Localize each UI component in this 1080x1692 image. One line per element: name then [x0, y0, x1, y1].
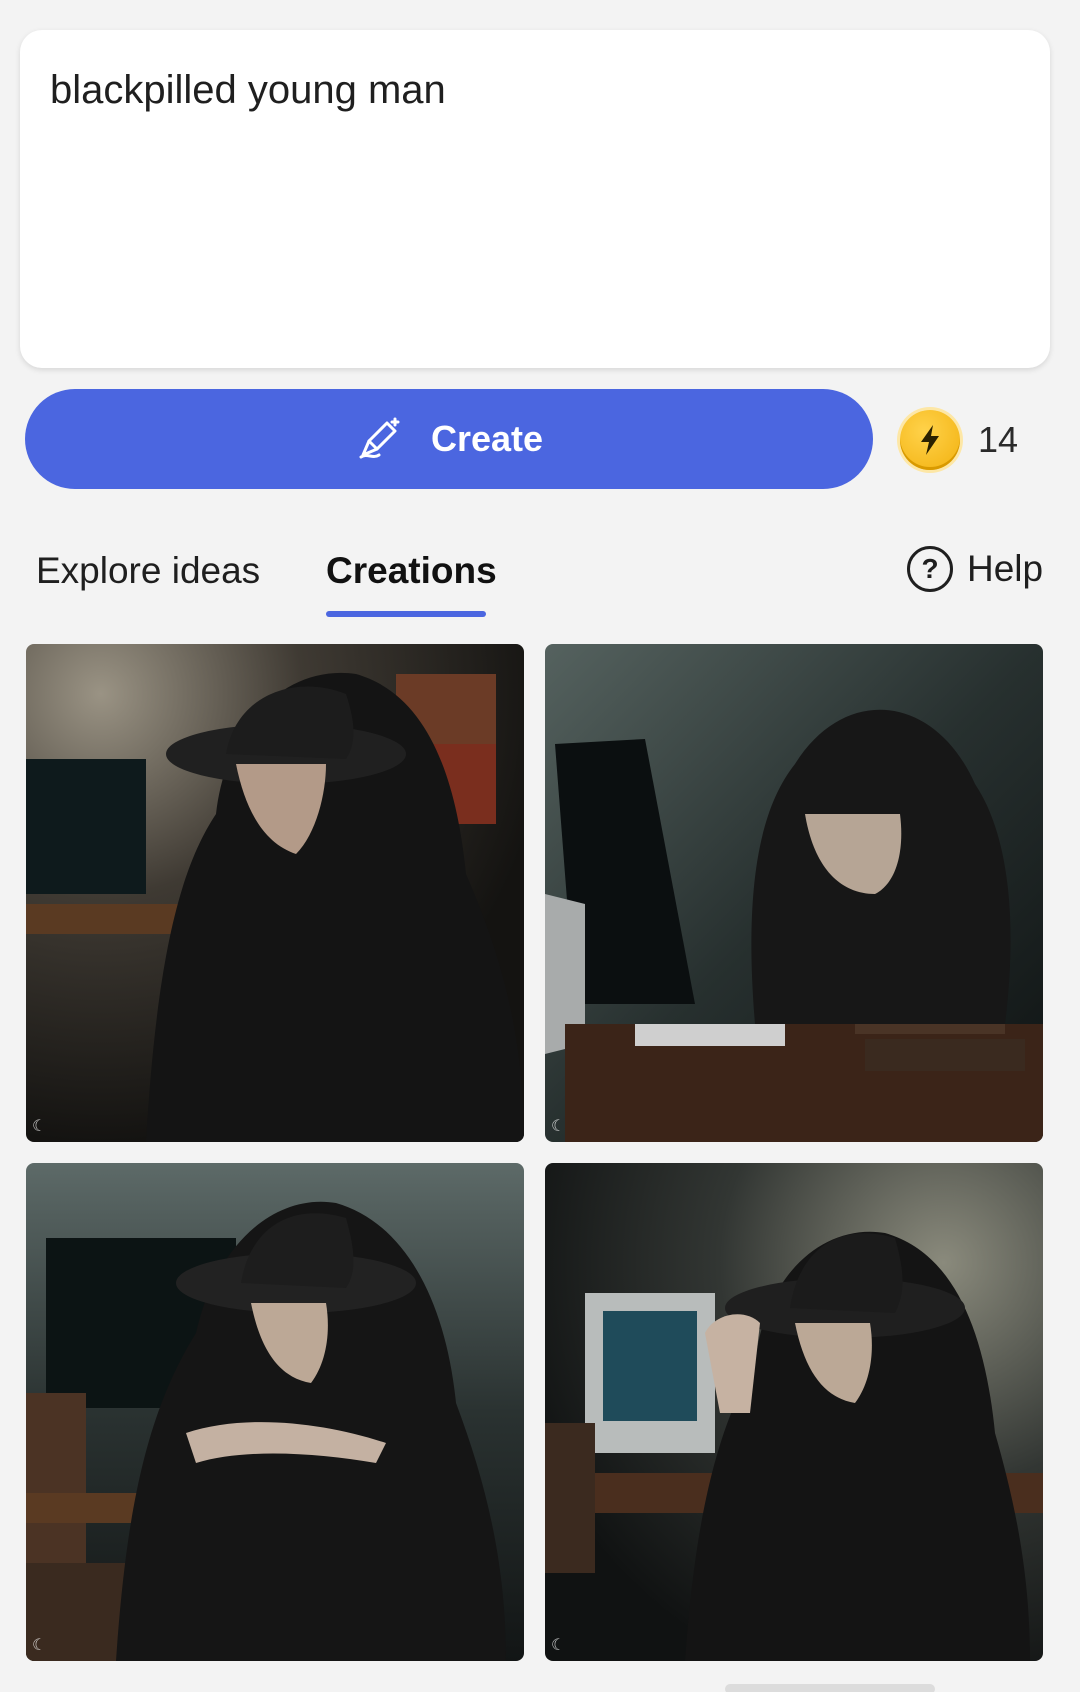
- creation-image[interactable]: ☾: [545, 1163, 1043, 1661]
- scroll-indicator: [725, 1684, 935, 1692]
- tab-bar: Explore ideas Creations ? Help: [0, 540, 1080, 620]
- tab-explore-ideas[interactable]: Explore ideas: [36, 550, 260, 592]
- creation-image-art: [545, 1163, 1043, 1661]
- help-label: Help: [967, 548, 1044, 589]
- watermark-icon: ☾: [32, 1637, 47, 1654]
- creation-image-art: [26, 644, 524, 1142]
- prompt-input[interactable]: blackpilled young man: [50, 66, 1020, 332]
- creation-image[interactable]: ☾: [545, 644, 1043, 1142]
- creation-image[interactable]: ☾: [26, 644, 524, 1142]
- creation-image-art: [545, 644, 1043, 1142]
- bolt-coin-icon: [900, 410, 960, 470]
- creation-image[interactable]: ☾: [26, 1163, 524, 1661]
- active-tab-indicator: [326, 611, 486, 617]
- watermark-icon: ☾: [551, 1118, 566, 1135]
- watermark-icon: ☾: [32, 1118, 47, 1135]
- watermark-icon: ☾: [551, 1637, 566, 1654]
- creations-grid: ☾ ☾ ☾ ☾: [26, 644, 1044, 1662]
- creation-image-art: [26, 1163, 524, 1661]
- create-label: Create: [430, 418, 544, 459]
- help-button[interactable]: ? Help: [907, 546, 1043, 592]
- prompt-card: blackpilled young man: [20, 30, 1050, 368]
- question-circle-icon: ?: [907, 546, 953, 592]
- coin-balance: 14: [900, 410, 1018, 470]
- coin-count: 14: [978, 419, 1019, 460]
- create-button[interactable]: Create: [25, 389, 873, 489]
- tab-creations[interactable]: Creations: [326, 550, 497, 592]
- magic-pencil-icon: [359, 417, 400, 459]
